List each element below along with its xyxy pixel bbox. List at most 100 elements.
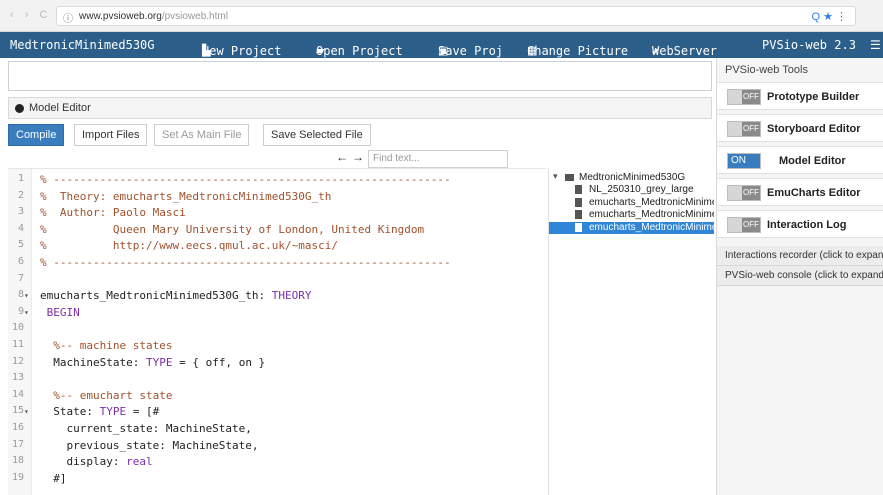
- tool-row: ON Model Editor: [717, 146, 883, 174]
- line-number: 15: [11, 405, 24, 417]
- tree-item-label: emucharts_MedtronicMinimed530G: [589, 196, 714, 208]
- bookmark-star-icon[interactable]: Q ★ ⋮: [811, 11, 847, 23]
- code-line: BEGIN: [40, 305, 80, 319]
- browser-actions[interactable]: Q ★ ⋮: [811, 10, 847, 23]
- keyword: TYPE: [145, 355, 173, 369]
- tree-file[interactable]: emucharts_MedtronicMinimed530G: [549, 221, 714, 234]
- toggle-knob: OFF: [742, 122, 760, 136]
- import-files-button[interactable]: Import Files: [74, 124, 148, 146]
- address-bar[interactable]: ⓘ www.pvsioweb.org/pvsioweb.html Q ★ ⋮: [56, 6, 856, 26]
- tool-toggle[interactable]: ON: [727, 153, 761, 169]
- toggle-knob: OFF: [742, 186, 760, 200]
- tool-toggle[interactable]: OFF: [727, 121, 761, 137]
- tool-label: Model Editor: [779, 155, 846, 167]
- file-tree: ▾ MedtronicMinimed530G NL_250310_grey_larg…: [548, 168, 714, 495]
- line-number: 2: [17, 189, 24, 201]
- tool-toggle[interactable]: OFF: [727, 217, 761, 233]
- line-number: 4: [17, 222, 24, 234]
- collapse-dot-icon: [15, 104, 24, 113]
- tree-item-label: emucharts_MedtronicMinimed530G: [589, 221, 714, 233]
- tool-row: OFF Prototype Builder: [717, 82, 883, 110]
- version-label: PVSio-web 2.3: [762, 38, 856, 52]
- tools-title: PVSio-web Tools: [725, 64, 808, 76]
- tree-folder[interactable]: ▾ MedtronicMinimed530G: [549, 172, 714, 184]
- fold-toggle-icon[interactable]: ▾: [24, 407, 29, 416]
- line-number: 1: [17, 173, 24, 184]
- open-project-label: Open Project: [316, 44, 403, 58]
- code-line: % --------------------------------------…: [40, 256, 451, 269]
- toggle-knob: ON: [728, 154, 760, 168]
- interactions-recorder-header[interactable]: Interactions recorder (click to expand): [717, 246, 883, 266]
- line-number: 11: [11, 339, 24, 350]
- save-selected-file-button[interactable]: Save Selected File: [263, 124, 371, 146]
- line-number: 3: [17, 206, 24, 218]
- browser-nav-buttons[interactable]: ‹ › C: [10, 9, 51, 21]
- url-text: www.pvsioweb.org/pvsioweb.html: [79, 11, 228, 22]
- code-token: = { off, on }: [172, 355, 266, 369]
- editor-toolbar: Compile Import Files Set As Main File Sa…: [8, 122, 712, 148]
- file-icon: [575, 210, 582, 220]
- tree-item-label: NL_250310_grey_large: [589, 184, 694, 196]
- code-line: % Theory: emucharts_MedtronicMinimed530G…: [40, 189, 332, 203]
- keyword: THEORY: [271, 289, 312, 303]
- line-number: 7: [17, 272, 24, 284]
- find-input[interactable]: Find text...: [368, 150, 508, 168]
- theory-name: emucharts_MedtronicMinimed530G_th:: [40, 289, 272, 303]
- model-editor-title: Model Editor: [29, 102, 91, 114]
- code-line: % http://www.eecs.qmul.ac.uk/~masci/: [40, 239, 339, 253]
- line-number: 18: [11, 455, 24, 467]
- console-header[interactable]: PVSio-web console (click to expand): [717, 266, 883, 286]
- file-icon: [575, 197, 582, 207]
- find-prev-icon[interactable]: ←: [336, 150, 348, 164]
- code-line: #]: [40, 471, 67, 485]
- hamburger-menu-icon[interactable]: ☰: [870, 38, 881, 52]
- tool-row: OFF Interaction Log: [717, 210, 883, 238]
- url-path: /pvsioweb.html: [161, 11, 228, 22]
- code-editor[interactable]: 1 % -------------------------------------…: [8, 168, 546, 495]
- tools-panel: PVSio-web Tools OFF Prototype Builder OFF S…: [716, 58, 883, 495]
- code-line: emucharts_MedtronicMinimed530G_th: THEOR…: [40, 289, 312, 302]
- site-info-icon[interactable]: ⓘ: [63, 10, 73, 25]
- tree-item-label: emucharts_MedtronicMinimed530G: [589, 209, 714, 221]
- tool-label: Interaction Log: [767, 219, 847, 231]
- line-number: 8: [17, 289, 24, 301]
- code-line: MachineState: TYPE = { off, on }: [40, 356, 265, 369]
- tool-toggle[interactable]: OFF: [727, 89, 761, 105]
- find-next-icon[interactable]: →: [352, 150, 364, 164]
- file-icon: [575, 185, 582, 195]
- code-line: display: real: [40, 455, 153, 469]
- tool-toggle[interactable]: OFF: [727, 185, 761, 201]
- code-line: % --------------------------------------…: [40, 173, 451, 186]
- file-icon: [575, 222, 582, 232]
- code-token: State:: [40, 405, 100, 419]
- tool-row: OFF EmuCharts Editor: [717, 178, 883, 206]
- fold-toggle-icon[interactable]: ▾: [24, 308, 29, 317]
- tool-label: Storyboard Editor: [767, 123, 861, 135]
- browser-toolbar: ‹ › C ⓘ www.pvsioweb.org/pvsioweb.html Q…: [0, 0, 883, 32]
- line-number: 19: [11, 471, 24, 483]
- tree-file[interactable]: emucharts_MedtronicMinimed530G: [549, 197, 714, 209]
- line-number: 13: [11, 372, 24, 384]
- tree-item-label: MedtronicMinimed530G: [579, 172, 686, 183]
- code-line: % Author: Paolo Masci: [40, 206, 186, 220]
- line-number: 14: [11, 388, 24, 400]
- line-number: 10: [11, 322, 24, 334]
- app-navbar: MedtronicMinimed530G ▙ New Project ▰ Ope…: [0, 32, 883, 58]
- prototype-canvas-area: [8, 61, 712, 91]
- line-number: 12: [11, 355, 24, 367]
- new-project-label: New Project: [202, 44, 282, 58]
- tree-file[interactable]: NL_250310_grey_large: [549, 184, 714, 196]
- compile-button[interactable]: Compile: [8, 124, 65, 146]
- code-line: State: TYPE = [#: [40, 405, 159, 418]
- check-icon: ✔: [652, 44, 660, 58]
- tree-file[interactable]: emucharts_MedtronicMinimed530G: [549, 209, 714, 221]
- set-main-file-button[interactable]: Set As Main File: [154, 124, 250, 146]
- toggle-knob: OFF: [742, 218, 760, 232]
- expand-caret-icon[interactable]: ▾: [553, 172, 558, 182]
- code-line: previous_state: MachineState,: [40, 438, 259, 452]
- model-editor-header[interactable]: Model Editor: [8, 97, 712, 119]
- fold-toggle-icon[interactable]: ▾: [24, 291, 29, 300]
- code-line: % Queen Mary University of London, Unite…: [40, 222, 425, 236]
- tool-row: OFF Storyboard Editor: [717, 114, 883, 142]
- keyword: real: [126, 455, 153, 469]
